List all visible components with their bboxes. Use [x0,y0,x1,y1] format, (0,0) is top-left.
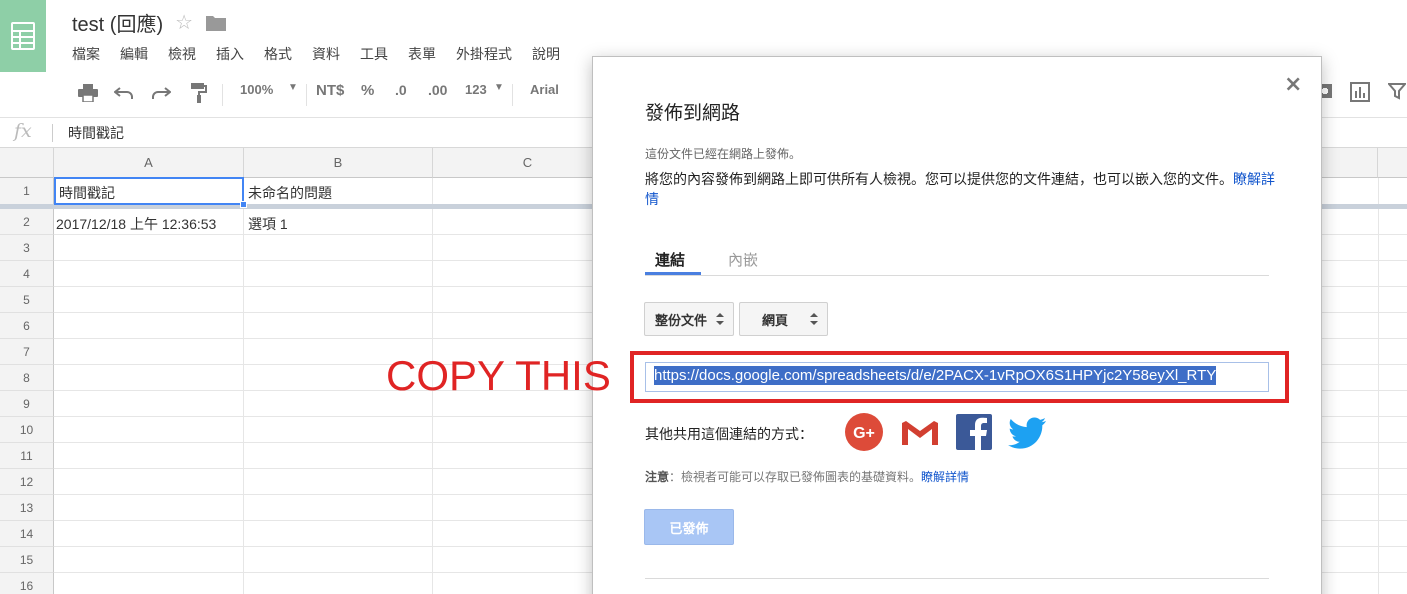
paint-format-icon[interactable] [188,82,210,104]
tab-link[interactable]: 連結 [655,249,685,270]
row-header-2[interactable]: 2 [0,209,54,235]
sheets-logo-icon[interactable] [0,0,46,72]
grid-line [243,178,244,594]
updown-arrows-icon [716,313,724,325]
app-window: test (回應) ☆ 檔案 編輯 檢視 插入 格式 資料 工具 表單 外掛程式… [0,0,1407,594]
dialog-title: 發佈到網路 [645,102,741,124]
url-highlight-box [630,351,1289,403]
updown-arrows-icon [810,313,818,325]
cell-a2[interactable]: 2017/12/18 上午 12:36:53 [56,214,216,234]
toolbar-divider [512,84,513,106]
percent-format-button[interactable]: % [361,82,374,99]
menu-edit[interactable]: 編輯 [120,44,148,64]
cell-b2[interactable]: 選項 1 [248,214,288,234]
menu-tools[interactable]: 工具 [360,44,388,64]
row-header-4[interactable]: 4 [0,261,54,287]
share-label: 其他共用這個連結的方式： [645,427,813,443]
menu-file[interactable]: 檔案 [72,44,100,64]
publish-status-text: 這份文件已經在網路上發佈。 [645,147,802,161]
note-label: 注意 [645,470,670,484]
menu-help[interactable]: 說明 [532,44,560,64]
zoom-chevron-down-icon[interactable]: ▼ [288,82,298,93]
description-text: 將您的內容發佈到網路上即可供所有人檢視。您可以提供您的文件連結，也可以嵌入您的文… [645,172,1233,188]
dialog-description: 將您的內容發佈到網路上即可供所有人檢視。您可以提供您的文件連結，也可以嵌入您的文… [645,170,1275,210]
menu-addons[interactable]: 外掛程式 [456,44,512,64]
google-plus-icon[interactable]: G+ [844,412,884,452]
decrease-decimal-button[interactable]: .0 [395,82,407,98]
row-header-11[interactable]: 11 [0,443,54,469]
gmail-icon[interactable] [900,412,940,452]
cell-selection-outline [54,177,244,205]
row-header-8[interactable]: 8 [0,365,54,391]
dialog-tabs: 連結 內嵌 [645,245,1269,276]
format-dropdown[interactable]: 網頁 [739,302,828,336]
fx-icon: fx [14,120,32,142]
folder-icon[interactable] [205,14,227,31]
menu-data[interactable]: 資料 [312,44,340,64]
currency-format-button[interactable]: NT$ [316,82,344,99]
row-header-16[interactable]: 16 [0,573,54,594]
formats-chevron-down-icon[interactable]: ▼ [494,82,504,93]
column-header-extra[interactable] [1322,148,1378,178]
row-header-14[interactable]: 14 [0,521,54,547]
toolbar-divider [306,84,307,106]
scope-dropdown-label: 整份文件 [655,313,708,329]
title-row: test (回應) ☆ [72,8,227,37]
print-icon[interactable] [77,82,99,104]
copy-this-annotation: COPY THIS [386,352,611,399]
chart-icon[interactable] [1350,82,1372,104]
published-button[interactable]: 已發佈 [644,509,734,545]
row-header-12[interactable]: 12 [0,469,54,495]
zoom-select[interactable]: 100% [240,82,273,97]
select-all-corner[interactable] [0,148,54,178]
star-icon[interactable]: ☆ [175,10,193,34]
row-header-3[interactable]: 3 [0,235,54,261]
row-header-15[interactable]: 15 [0,547,54,573]
menu-bar: 檔案 編輯 檢視 插入 格式 資料 工具 表單 外掛程式 說明 [72,44,560,64]
fill-handle[interactable] [240,201,247,208]
svg-text:G+: G+ [853,425,875,442]
menu-insert[interactable]: 插入 [216,44,244,64]
note-text: 注意：檢視者可能可以存取已發佈圖表的基礎資料。瞭解詳情 [645,468,969,485]
redo-icon[interactable] [150,82,172,104]
column-header-extra[interactable] [1378,148,1407,178]
column-header-a[interactable]: A [54,148,244,178]
twitter-icon[interactable] [1008,412,1048,452]
grid-line [1378,178,1379,594]
row-header-13[interactable]: 13 [0,495,54,521]
format-dropdown-label: 網頁 [762,313,789,329]
formula-input[interactable]: 時間戳記 [68,123,124,143]
note-body: ：檢視者可能可以存取已發佈圖表的基礎資料。 [669,470,922,484]
menu-view[interactable]: 檢視 [168,44,196,64]
scope-dropdown[interactable]: 整份文件 [644,302,734,336]
close-icon[interactable]: × [1284,72,1302,97]
toolbar-divider [222,84,223,106]
tab-embed[interactable]: 內嵌 [728,249,758,270]
row-header-10[interactable]: 10 [0,417,54,443]
document-title[interactable]: test (回應) [72,8,163,37]
more-formats-button[interactable]: 123 [465,82,487,97]
formula-divider [52,124,53,142]
row-header-5[interactable]: 5 [0,287,54,313]
increase-decimal-button[interactable]: .00 [428,82,447,98]
menu-format[interactable]: 格式 [264,44,292,64]
note-learn-more-link[interactable]: 瞭解詳情 [921,470,969,484]
font-select[interactable]: Arial [530,82,559,97]
row-header-6[interactable]: 6 [0,313,54,339]
menu-form[interactable]: 表單 [408,44,436,64]
filter-icon[interactable] [1386,82,1407,104]
dialog-divider [645,578,1269,579]
undo-icon[interactable] [113,82,135,104]
facebook-icon[interactable] [954,412,994,452]
column-header-b[interactable]: B [244,148,433,178]
row-header-7[interactable]: 7 [0,339,54,365]
row-header-1[interactable]: 1 [0,178,54,205]
row-header-9[interactable]: 9 [0,391,54,417]
active-tab-indicator [645,272,701,275]
cell-b1[interactable]: 未命名的問題 [248,183,332,203]
